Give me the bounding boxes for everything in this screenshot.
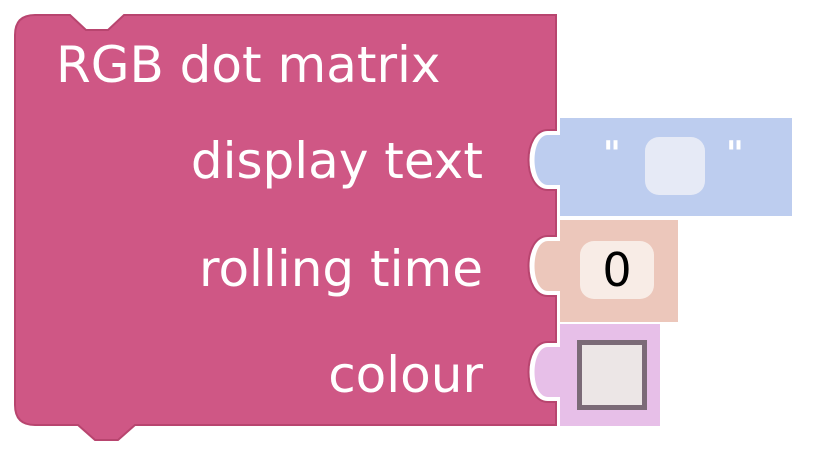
rolling-time-field[interactable]: 0 xyxy=(580,241,654,299)
number-input-tab xyxy=(534,241,560,291)
display-text-label: display text xyxy=(190,132,483,190)
display-text-field[interactable] xyxy=(645,137,705,195)
close-quote-icon: " xyxy=(726,134,744,174)
colour-label: colour xyxy=(328,346,483,404)
open-quote-icon: " xyxy=(603,134,621,174)
colour-input-tab xyxy=(534,347,560,397)
colour-swatch[interactable] xyxy=(577,340,647,410)
text-input-tab xyxy=(534,135,560,185)
block-title: RGB dot matrix xyxy=(56,36,441,94)
rolling-time-label: rolling time xyxy=(198,240,483,298)
